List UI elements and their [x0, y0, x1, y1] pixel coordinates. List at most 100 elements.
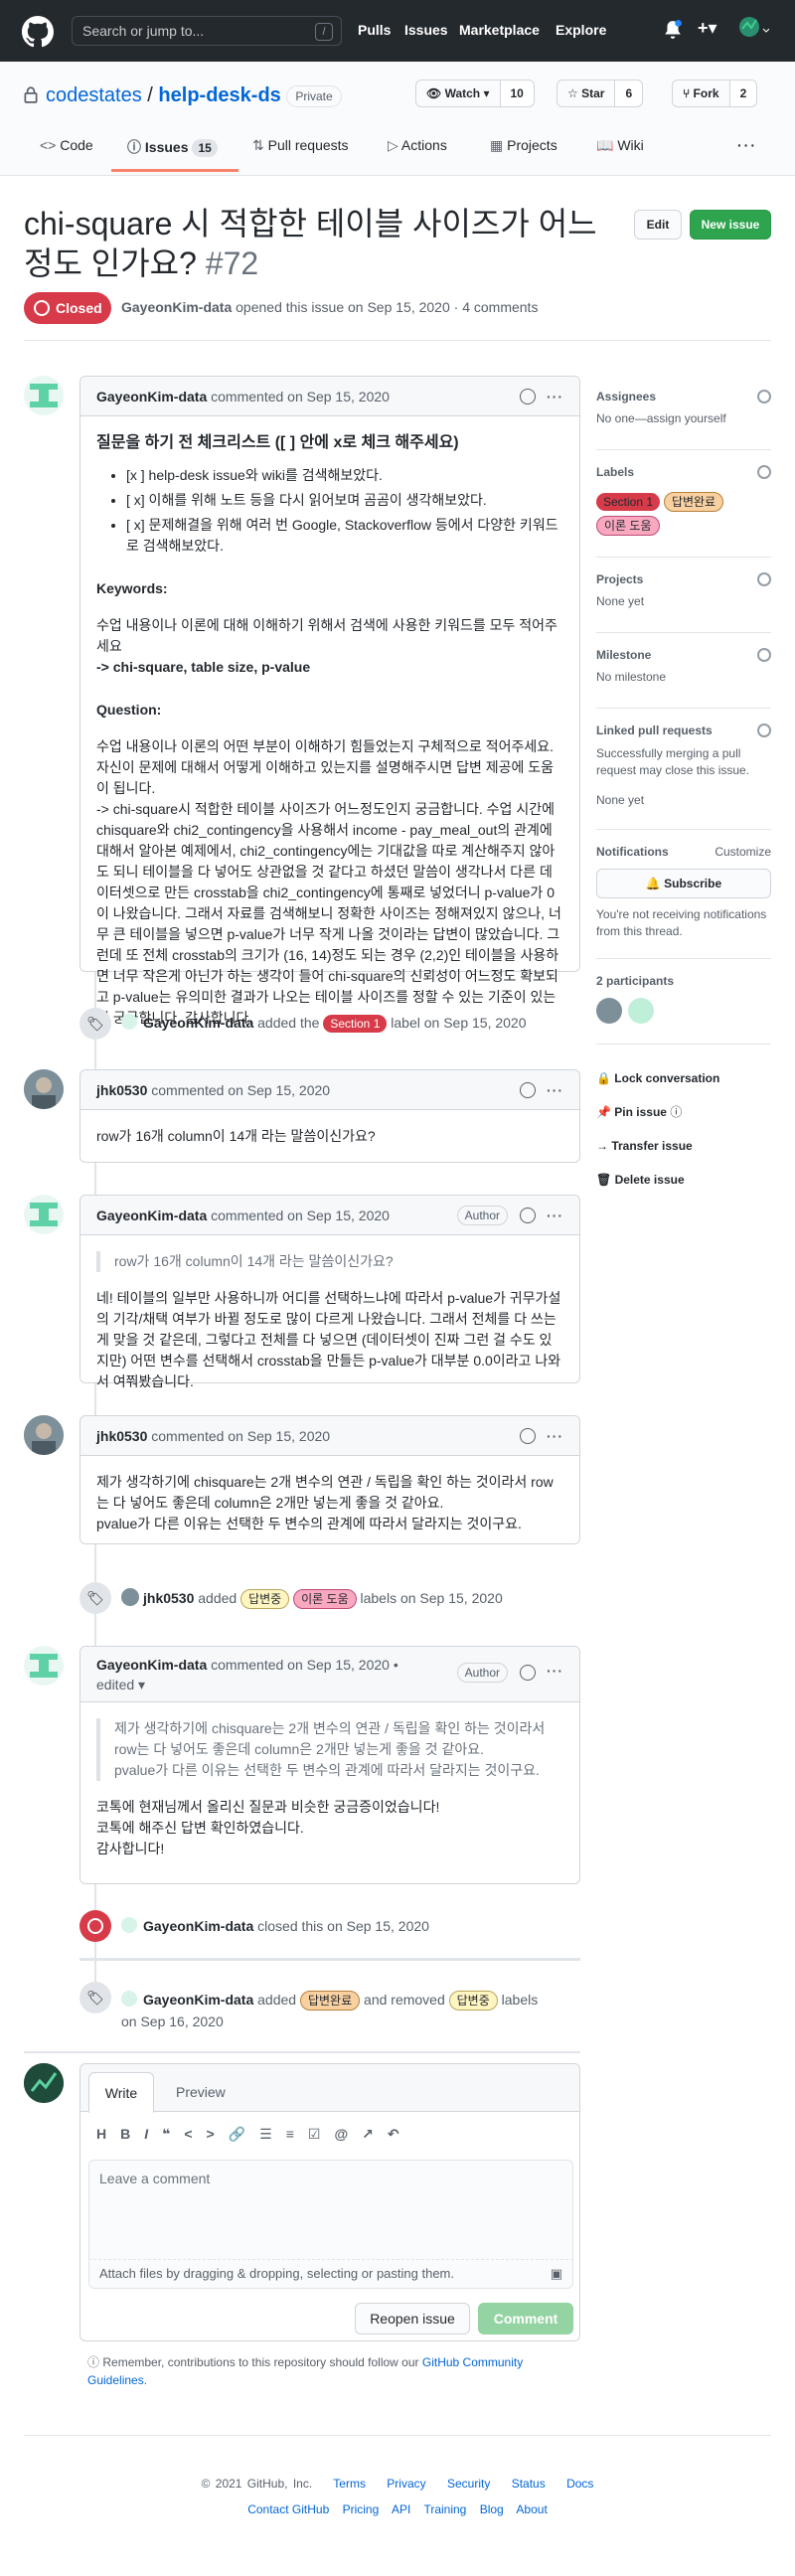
reference-icon[interactable]: ↗ [362, 2126, 388, 2142]
gear-icon[interactable] [757, 572, 771, 586]
avatar[interactable] [628, 998, 654, 1024]
gear-icon[interactable] [757, 724, 771, 737]
star-button[interactable]: ☆ Star [557, 80, 614, 106]
italic-icon[interactable]: I [144, 2126, 162, 2142]
avatar[interactable] [24, 2063, 64, 2103]
comment-textarea[interactable]: Leave a comment [88, 2160, 573, 2259]
comment-author[interactable]: jhk0530 [96, 1428, 147, 1444]
attach-files-bar[interactable]: Attach files by dragging & dropping, sel… [88, 2259, 573, 2289]
comment-button[interactable]: Comment [478, 2303, 573, 2334]
gear-icon[interactable] [757, 648, 771, 662]
add-reaction-icon[interactable] [520, 389, 536, 404]
comment-time[interactable]: commented on Sep 15, 2020 [151, 1082, 330, 1098]
edited-dropdown[interactable]: edited ▾ [96, 1677, 145, 1692]
comment-author[interactable]: jhk0530 [96, 1082, 147, 1098]
search-input[interactable]: Search or jump to... / [72, 16, 342, 46]
bulleted-list-icon[interactable]: ☰ [259, 2126, 286, 2142]
subscribe-button[interactable]: 🔔 Subscribe [596, 869, 771, 898]
projects-heading[interactable]: Projects [596, 572, 643, 586]
comment-time[interactable]: commented on Sep 15, 2020 [211, 389, 390, 404]
delete-issue-link[interactable]: 🗑 Delete issue [596, 1163, 771, 1197]
more-tabs-icon[interactable]: ··· [737, 137, 757, 153]
label-done[interactable]: 답변완료 [663, 492, 724, 512]
comment-author[interactable]: GayeonKim-data [96, 389, 207, 404]
tab-projects[interactable]: ▦ Projects [490, 137, 557, 154]
footer-link-security[interactable]: Security [447, 2477, 490, 2491]
user-avatar-menu-icon[interactable] [739, 17, 769, 45]
avatar[interactable] [24, 1415, 64, 1455]
footer-link-blog[interactable]: Blog [480, 2502, 504, 2516]
tab-pull-requests[interactable]: ⇅ Pull requests [252, 137, 349, 154]
tab-issues[interactable]: ⓘ Issues 15 [127, 137, 218, 157]
footer-link-api[interactable]: API [392, 2502, 410, 2516]
comment-author[interactable]: GayeonKim-data [96, 1208, 207, 1223]
repo-owner-link[interactable]: codestates [46, 84, 142, 106]
linked-prs-heading[interactable]: Linked pull requests [596, 724, 713, 737]
comment-menu-icon[interactable]: ··· [547, 1661, 563, 1681]
new-issue-button[interactable]: New issue [690, 210, 771, 240]
avatar[interactable] [596, 998, 622, 1024]
avatar[interactable] [121, 1014, 137, 1030]
star-button-group[interactable]: ☆ Star 6 [556, 80, 644, 107]
tab-preview[interactable]: Preview [176, 2072, 226, 2112]
bell-icon[interactable] [664, 20, 682, 40]
fork-count[interactable]: 2 [728, 80, 757, 106]
comment-menu-icon[interactable]: ··· [547, 1070, 563, 1110]
footer-link-about[interactable]: About [516, 2502, 547, 2516]
nav-pulls[interactable]: Pulls [358, 22, 391, 38]
assignees-value[interactable]: No one—assign yourself [596, 411, 771, 425]
customize-link[interactable]: Customize [715, 845, 771, 859]
link-icon[interactable]: 🔗 [229, 2126, 259, 2142]
avatar[interactable] [24, 1069, 64, 1109]
create-new-dropdown[interactable]: +▾ [698, 18, 717, 39]
footer-link-pricing[interactable]: Pricing [343, 2502, 380, 2516]
quote-icon[interactable]: ❝ [162, 2126, 184, 2142]
add-reaction-icon[interactable] [520, 1428, 536, 1444]
saved-replies-icon[interactable]: ↶ [388, 2126, 413, 2142]
repo-name-link[interactable]: help-desk-ds [158, 84, 280, 106]
footer-link-docs[interactable]: Docs [566, 2477, 593, 2491]
edit-button[interactable]: Edit [634, 210, 682, 240]
numbered-list-icon[interactable]: ≡ [286, 2126, 308, 2142]
tab-write[interactable]: Write [88, 2072, 154, 2113]
nav-issues[interactable]: Issues [404, 22, 448, 38]
label-theory[interactable]: 이론 도움 [596, 516, 660, 536]
label-section1[interactable]: Section 1 [323, 1015, 388, 1033]
avatar[interactable] [121, 1588, 139, 1606]
label-done[interactable]: 답변완료 [299, 1991, 361, 2011]
comment-time[interactable]: commented on Sep 15, 2020 [151, 1428, 330, 1444]
comment-menu-icon[interactable]: ··· [547, 1196, 563, 1235]
footer-link-contact[interactable]: Contact GitHub [247, 2502, 329, 2516]
tab-actions[interactable]: ▷ Actions [388, 137, 447, 154]
comment-time[interactable]: commented on Sep 15, 2020 • [211, 1657, 398, 1673]
code-icon[interactable]: <> [184, 2126, 228, 2142]
comment-author[interactable]: GayeonKim-data [96, 1657, 207, 1673]
star-count[interactable]: 6 [614, 80, 643, 106]
assignees-heading[interactable]: Assignees [596, 390, 656, 403]
watch-count[interactable]: 10 [499, 80, 534, 106]
event-author[interactable]: GayeonKim-data [143, 1918, 253, 1934]
event-author[interactable]: jhk0530 [143, 1590, 194, 1606]
comment-menu-icon[interactable]: ··· [547, 377, 563, 416]
footer-link-terms[interactable]: Terms [333, 2477, 366, 2491]
label-theory[interactable]: 이론 도움 [293, 1589, 357, 1609]
gear-icon[interactable] [757, 390, 771, 403]
label-pending[interactable]: 답변중 [240, 1589, 290, 1609]
heading-icon[interactable]: H [96, 2126, 120, 2142]
add-reaction-icon[interactable] [520, 1082, 536, 1098]
task-list-icon[interactable]: ☑ [308, 2126, 335, 2142]
footer-link-status[interactable]: Status [512, 2477, 546, 2491]
avatar[interactable] [24, 1646, 64, 1686]
milestone-heading[interactable]: Milestone [596, 648, 651, 662]
mention-icon[interactable]: @ [334, 2126, 362, 2142]
gear-icon[interactable] [757, 465, 771, 479]
meta-author[interactable]: GayeonKim-data [121, 299, 232, 315]
transfer-issue-link[interactable]: → Transfer issue [596, 1129, 771, 1163]
fork-button[interactable]: ⑂ Fork [673, 80, 729, 106]
lock-conversation-link[interactable]: 🔒 Lock conversation [596, 1061, 771, 1095]
avatar[interactable] [121, 1917, 137, 1933]
avatar[interactable] [24, 1195, 64, 1234]
watch-button-group[interactable]: 👁 Watch ▾ 10 [415, 80, 535, 107]
nav-marketplace[interactable]: Marketplace [459, 22, 540, 38]
reopen-issue-button[interactable]: Reopen issue [355, 2303, 470, 2334]
